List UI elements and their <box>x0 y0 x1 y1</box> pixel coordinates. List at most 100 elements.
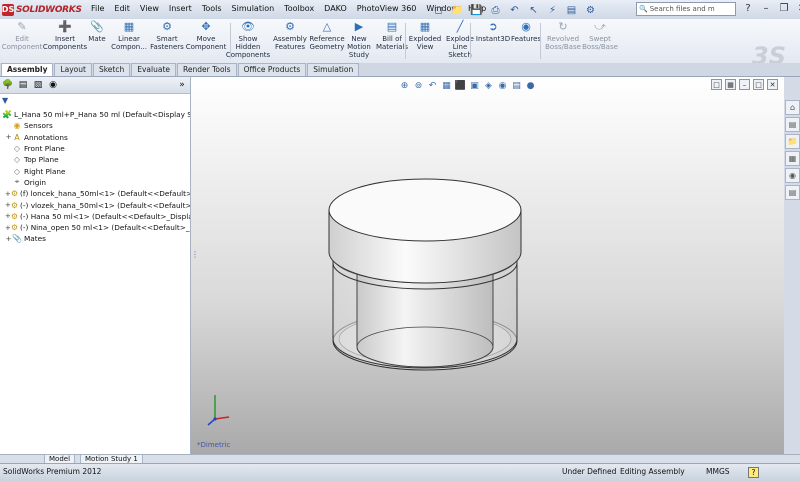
tree-item[interactable]: + ⚙ (f) loncek_hana_50ml<1> (Default<<Defa… <box>0 188 190 199</box>
solidworks-resources-icon[interactable]: ⌂ <box>785 100 800 115</box>
tree-item[interactable]: + A Annotations <box>0 132 190 143</box>
tab-office-products[interactable]: Office Products <box>237 63 307 76</box>
tool-move-component[interactable]: ✥ Move Component <box>185 20 227 51</box>
jar-3d-model[interactable] <box>191 77 784 454</box>
graphics-area[interactable]: ⊕ ⊚ ↶ ▦ ⬛ ▣ ◈ ◉ ▤ ● □ ▦ – □ ✕ *Dimetric <box>191 77 784 454</box>
tree-root[interactable]: 🧩 L_Hana 50 ml+P_Hana 50 ml (Default<Disp… <box>0 109 190 120</box>
save-icon[interactable]: 💾 <box>468 2 485 18</box>
tool-revolved-boss[interactable]: ↻ Revolved Boss/Base <box>545 20 581 51</box>
task-pane: ⌂ ▤ 📁 ▦ ◉ ▤ <box>785 100 800 200</box>
menu-file[interactable]: File <box>86 3 109 14</box>
custom-properties-icon[interactable]: ▤ <box>785 185 800 200</box>
swept-boss-icon: ⤻ <box>594 20 606 33</box>
help-icon[interactable]: ? <box>740 1 756 16</box>
tree-item-label: (-) vlozek_hana_50ml<1> (Default<<Defaul… <box>20 200 190 210</box>
tab-sketch[interactable]: Sketch <box>92 63 131 76</box>
tool-swept-boss[interactable]: ⤻ Swept Boss/Base <box>582 20 618 51</box>
tool-instant3d[interactable]: ➲ Instant3D <box>476 20 510 43</box>
restore-icon[interactable]: ❐ <box>776 1 792 16</box>
unit-system[interactable]: MMGS <box>706 467 730 476</box>
display-manager-tab-icon[interactable]: ◉ <box>47 79 59 91</box>
exploded-view-icon: ▦ <box>419 20 431 33</box>
expand-panel-icon[interactable]: » <box>176 79 188 91</box>
menu-photoview-360[interactable]: PhotoView 360 <box>352 3 422 14</box>
search-icon: 🔍 <box>639 5 648 13</box>
tool-mate[interactable]: 📎 Mate <box>87 20 107 43</box>
status-bar: SolidWorks Premium 2012 Under Defined Ed… <box>0 463 800 481</box>
minimize-icon[interactable]: – <box>758 1 774 16</box>
tree-item[interactable]: + ⚙ (-) Nina_open 50 ml<1> (Default<<Defau… <box>0 222 190 233</box>
tree-item[interactable]: + 📎 Mates <box>0 233 190 244</box>
toolbar-separator <box>230 23 231 59</box>
tab-evaluate[interactable]: Evaluate <box>131 63 177 76</box>
plane-icon: ◇ <box>13 155 21 165</box>
tool-exploded-view[interactable]: ▦ Exploded View <box>408 20 442 51</box>
tool-smart-fasteners[interactable]: ⚙ Smart Fasteners <box>150 20 184 51</box>
tool-features[interactable]: ◉ Features <box>510 20 542 43</box>
expand-toggle-icon[interactable]: + <box>5 235 12 243</box>
menu-toolbox[interactable]: Toolbox <box>279 3 319 14</box>
configuration-manager-tab-icon[interactable]: ▧ <box>32 79 44 91</box>
tool-reference-geometry[interactable]: △ Reference Geometry <box>309 20 344 51</box>
tree-item[interactable]: + ⚙ (-) Hana 50 ml<1> (Default<<Default>_D… <box>0 211 190 222</box>
tool-label: Features <box>510 35 542 43</box>
tree-item[interactable]: ◇ Front Plane <box>0 143 190 154</box>
tab-assembly[interactable]: Assembly <box>1 63 54 76</box>
tool-label: Move Component <box>185 35 227 51</box>
view-palette-icon[interactable]: ▦ <box>785 151 800 166</box>
select-icon[interactable]: ↖ <box>525 2 542 18</box>
menu-insert[interactable]: Insert <box>164 3 197 14</box>
solidworks-logo[interactable]: DS SOLIDWORKS <box>2 2 82 17</box>
smart-fasteners-icon: ⚙ <box>162 20 172 33</box>
tool-insert-components[interactable]: ➕ Insert Components <box>42 20 88 51</box>
tab-render-tools[interactable]: Render Tools <box>177 63 237 76</box>
tool-label: Exploded View <box>408 35 442 51</box>
tab-simulation[interactable]: Simulation <box>307 63 360 76</box>
menu-view[interactable]: View <box>135 3 164 14</box>
tree-item-label: Annotations <box>24 132 68 142</box>
rebuild-icon[interactable]: ⚡ <box>544 2 561 18</box>
show-hidden-icon: 👁 <box>241 20 255 33</box>
file-explorer-icon[interactable]: 📁 <box>785 134 800 149</box>
part-icon: ⚙ <box>10 211 19 221</box>
help-icon-status[interactable]: ? <box>748 467 759 478</box>
menu-edit[interactable]: Edit <box>109 3 135 14</box>
tab-layout[interactable]: Layout <box>54 63 92 76</box>
sensors-icon: ◉ <box>13 121 21 131</box>
appearances-icon[interactable]: ◉ <box>785 168 800 183</box>
plane-icon: ◇ <box>13 166 21 176</box>
close-icon[interactable]: ✕ <box>794 1 800 16</box>
undo-icon[interactable]: ↶ <box>506 2 523 18</box>
expand-toggle-icon[interactable]: + <box>5 133 12 141</box>
menu-dako[interactable]: DAKO <box>319 3 352 14</box>
design-library-icon[interactable]: ▤ <box>785 117 800 132</box>
tool-edit-component[interactable]: ✎ Edit Component <box>2 20 43 51</box>
property-manager-tab-icon[interactable]: ▤ <box>17 79 29 91</box>
tree-item[interactable]: ◇ Right Plane <box>0 165 190 176</box>
options-icon[interactable]: ⚙ <box>582 2 599 18</box>
menu-simulation[interactable]: Simulation <box>227 3 280 14</box>
tool-show-hidden[interactable]: 👁 Show Hidden Components <box>226 20 270 59</box>
new-document-icon[interactable]: ◻ <box>430 2 447 18</box>
tool-linear-pattern[interactable]: ▦ Linear Compon... <box>111 20 147 51</box>
feature-tree-tab-icon[interactable]: 🌳 <box>2 79 14 91</box>
panel-splitter-icon[interactable]: ⋮ <box>191 250 199 264</box>
tree-item[interactable]: ◇ Top Plane <box>0 154 190 165</box>
tree-filter-icon[interactable]: ▼ <box>2 96 188 106</box>
print-icon[interactable]: ⎙ <box>487 2 504 18</box>
tool-bom[interactable]: ▤ Bill of Materials <box>376 20 408 51</box>
search-field[interactable]: 🔍 Search files and m <box>636 2 736 16</box>
linear-pattern-icon: ▦ <box>123 20 135 33</box>
tool-label: Assembly Features <box>273 35 307 51</box>
tree-item[interactable]: + ⚙ (-) vlozek_hana_50ml<1> (Default<<Defa… <box>0 199 190 210</box>
menu-tools[interactable]: Tools <box>197 3 227 14</box>
file-properties-icon[interactable]: ▤ <box>563 2 580 18</box>
command-manager: ✎ Edit Component ➕ Insert Components 📎 Mate ▦ L… <box>0 19 800 70</box>
tool-motion-study[interactable]: ▶ New Motion Study <box>347 20 371 59</box>
annotations-icon: A <box>14 132 20 142</box>
tool-label: Insert Components <box>42 35 88 51</box>
tree-item[interactable]: ⌖ Origin <box>0 177 190 188</box>
open-icon[interactable]: 📁 <box>449 2 466 18</box>
tool-assembly-features[interactable]: ⚙ Assembly Features <box>273 20 307 51</box>
tree-item[interactable]: ◉ Sensors <box>0 120 190 131</box>
